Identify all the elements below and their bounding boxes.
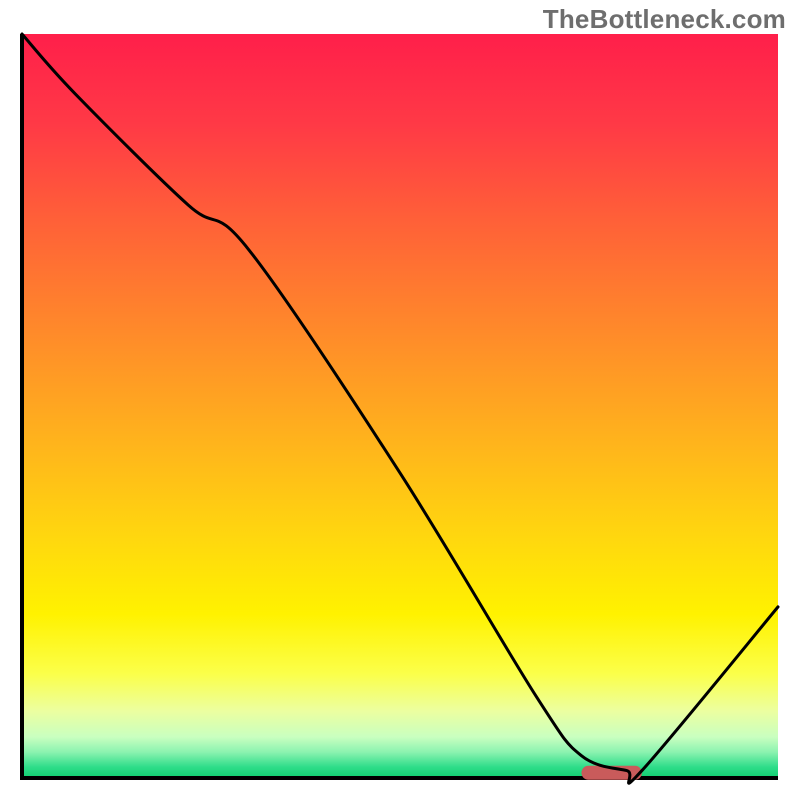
plot-background <box>22 34 778 778</box>
watermark-label: TheBottleneck.com <box>543 4 786 35</box>
chart-container: TheBottleneck.com <box>0 0 800 800</box>
bottleneck-chart <box>0 0 800 800</box>
